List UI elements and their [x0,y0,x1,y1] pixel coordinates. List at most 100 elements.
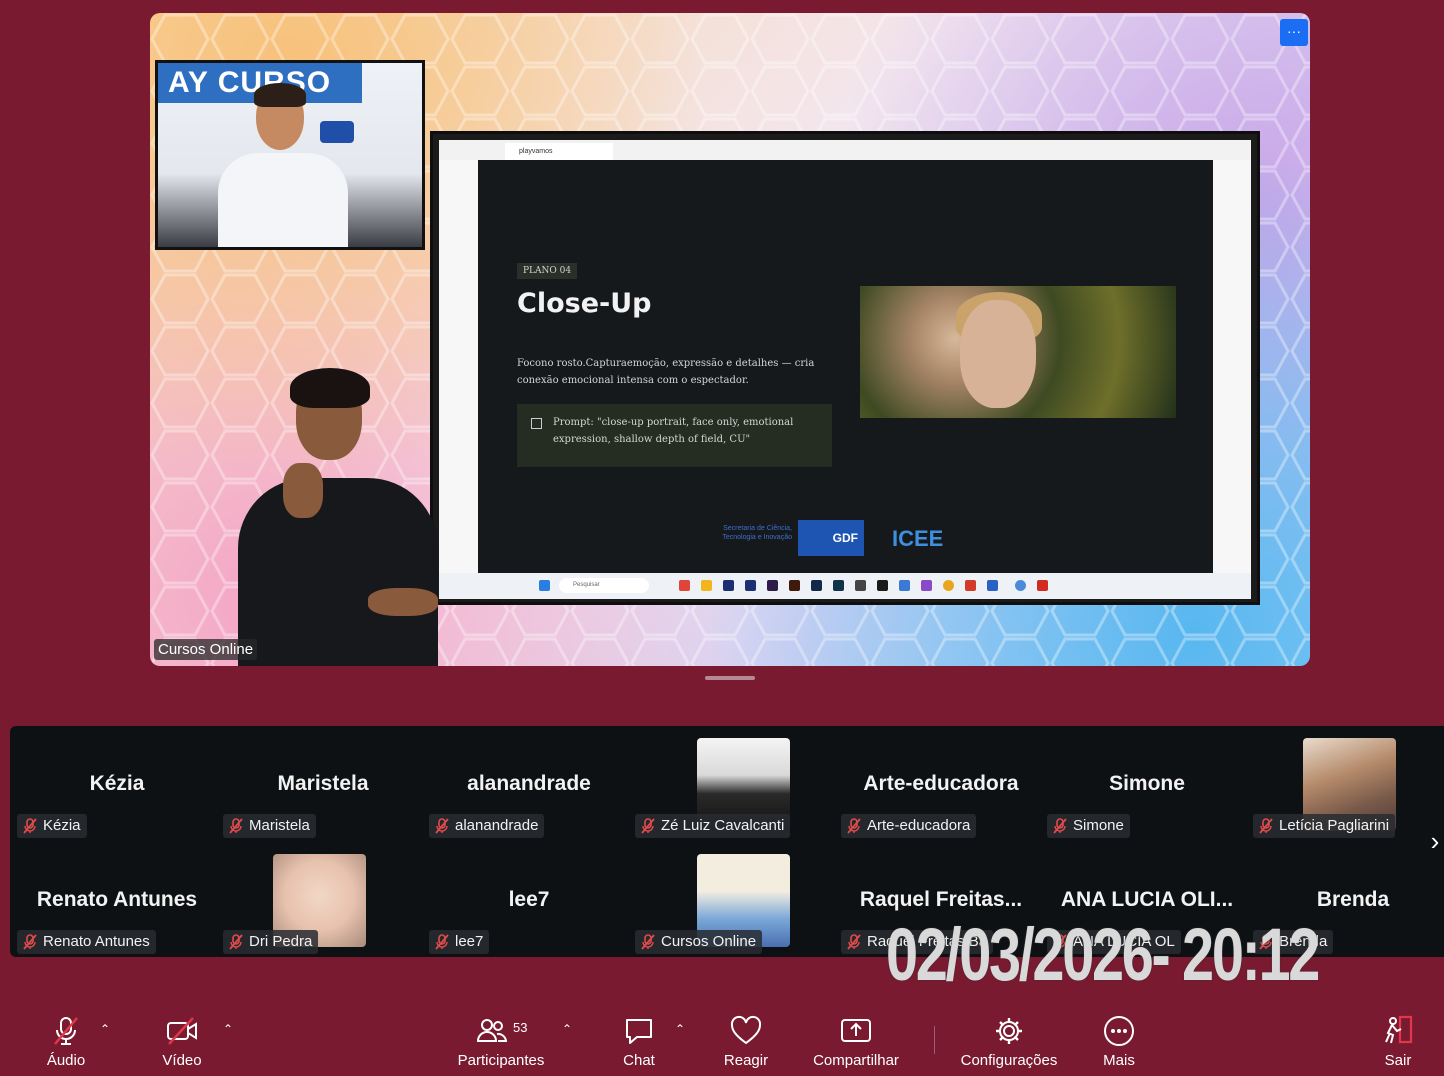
participant-name-large: Maristela [277,772,369,795]
participant-tile[interactable]: Zé Luiz Cavalcanti [632,726,838,842]
mic-muted-icon [641,934,655,950]
participant-label-text: Letícia Pagliarini [1279,817,1390,834]
participants-button[interactable]: 53 Participantes [454,1014,548,1069]
app-icon [789,580,800,591]
meeting-toolbar: Áudio ⌃ Vídeo ⌃ 53 Participantes ⌃ Chat … [0,1000,1444,1076]
more-button[interactable]: Mais [1096,1014,1142,1069]
react-label: Reagir [723,1052,769,1069]
participant-tile[interactable]: lee7 lee7 [426,842,632,958]
pdf-icon [1037,580,1048,591]
mic-muted-icon [435,818,449,834]
video-options-caret-icon[interactable]: ⌃ [223,1022,233,1036]
participants-label: Participantes [457,1052,545,1069]
participant-label-text: lee7 [455,933,484,950]
folder-icon [701,580,712,591]
participant-tile[interactable]: Dri Pedra [220,842,426,958]
browser-tab: playvamos [505,143,613,160]
chat-button[interactable]: Chat [614,1014,664,1069]
windows-start-icon [539,580,550,591]
participant-tile[interactable]: Renato Antunes Renato Antunes [14,842,220,958]
mic-muted-icon [54,1017,78,1045]
participants-icon [476,1019,508,1042]
participant-label-text: Renato Antunes [43,933,150,950]
share-button[interactable]: Compartilhar [808,1014,904,1069]
note-icon [531,418,542,429]
app-icon [745,580,756,591]
video-off-icon [167,1017,197,1045]
share-screen-icon [841,1019,871,1042]
participant-tile[interactable]: Arte-educadora Arte-educadora [838,726,1044,842]
participant-label: Simone [1047,814,1130,838]
participant-label: Cursos Online [635,930,763,954]
sign-language-interpreter [238,368,448,666]
app-icon [965,580,976,591]
participant-label: Dri Pedra [223,930,319,954]
mic-muted-icon [23,818,37,834]
video-label: Vídeo [162,1052,202,1069]
settings-button[interactable]: Configurações [956,1014,1062,1069]
participant-label-text: Zé Luiz Cavalcanti [661,817,785,834]
participant-name-large: ANA LUCIA OLI... [1060,888,1234,911]
app-icon [1015,580,1026,591]
mic-muted-icon [1053,818,1067,834]
gdf-logo [320,121,354,143]
shared-screen[interactable]: ··· AY CURSO playvamos PLANO 04 Close-Up… [150,13,1310,666]
participant-tile[interactable]: Maristela Maristela [220,726,426,842]
slide-tag: PLANO 04 [517,263,578,279]
participants-options-caret-icon[interactable]: ⌃ [562,1022,572,1036]
mic-muted-icon [641,818,655,834]
resize-handle[interactable] [705,676,755,680]
participant-tile[interactable]: Letícia Pagliarini [1250,726,1444,842]
participants-count: 53 [513,1020,528,1035]
datestamp-overlay: 02/03/2026- 20:12 [886,913,1320,996]
browser-tabbar: playvamos [439,140,1251,160]
leave-icon [1385,1015,1413,1044]
participant-label-text: Maristela [249,817,310,834]
participant-label: Kézia [17,814,87,838]
chat-label: Chat [623,1052,655,1069]
chevron-right-icon[interactable]: › [1426,826,1444,856]
presentation-slide: PLANO 04 Close-Up Focono rosto.Capturaem… [478,160,1213,573]
video-button[interactable]: Vídeo [152,1014,212,1069]
participant-label: Zé Luiz Cavalcanti [635,814,791,838]
mic-muted-icon [23,934,37,950]
participant-label: Renato Antunes [17,930,156,954]
gear-icon [996,1018,1022,1044]
app-icon [767,580,778,591]
app-icon [811,580,822,591]
participant-tile[interactable]: Cursos Online [632,842,838,958]
participant-tile[interactable]: Simone Simone [1044,726,1250,842]
audio-options-caret-icon[interactable]: ⌃ [100,1022,110,1036]
gdf-logo-text: GDF [798,520,864,556]
mic-muted-icon [229,934,243,950]
more-label: Mais [1103,1052,1135,1069]
participant-name-large: lee7 [508,888,550,911]
slide-title: Close-Up [517,288,652,319]
leave-button[interactable]: Sair [1378,1014,1418,1069]
mic-muted-icon [1259,818,1273,834]
leave-label: Sair [1384,1052,1412,1069]
toolbar-divider [934,1026,935,1054]
react-button[interactable]: Reagir [718,1014,774,1069]
chat-icon [626,1019,652,1044]
mic-muted-icon [847,818,861,834]
chrome-icon [943,580,954,591]
icee-logo-text: ICEE [892,526,944,551]
chat-options-caret-icon[interactable]: ⌃ [675,1022,685,1036]
app-icon [855,580,866,591]
participant-label: Maristela [223,814,316,838]
app-icon [877,580,888,591]
presenter-desktop-capture: playvamos PLANO 04 Close-Up Focono rosto… [430,131,1260,605]
share-options-button[interactable]: ··· [1280,19,1308,46]
participant-tile[interactable]: alanandrade alanandrade [426,726,632,842]
participant-tile[interactable]: Kézia Kézia [14,726,220,842]
participant-label-text: Arte-educadora [867,817,971,834]
participant-label: Arte-educadora [841,814,977,838]
mic-muted-icon [847,934,861,950]
app-icon [921,580,932,591]
participant-label-text: alanandrade [455,817,539,834]
audio-button[interactable]: Áudio [36,1014,96,1069]
taskbar-search: Pesquisar [559,578,649,593]
participant-name-large: alanandrade [467,772,591,795]
share-owner-label: Cursos Online [154,639,258,660]
